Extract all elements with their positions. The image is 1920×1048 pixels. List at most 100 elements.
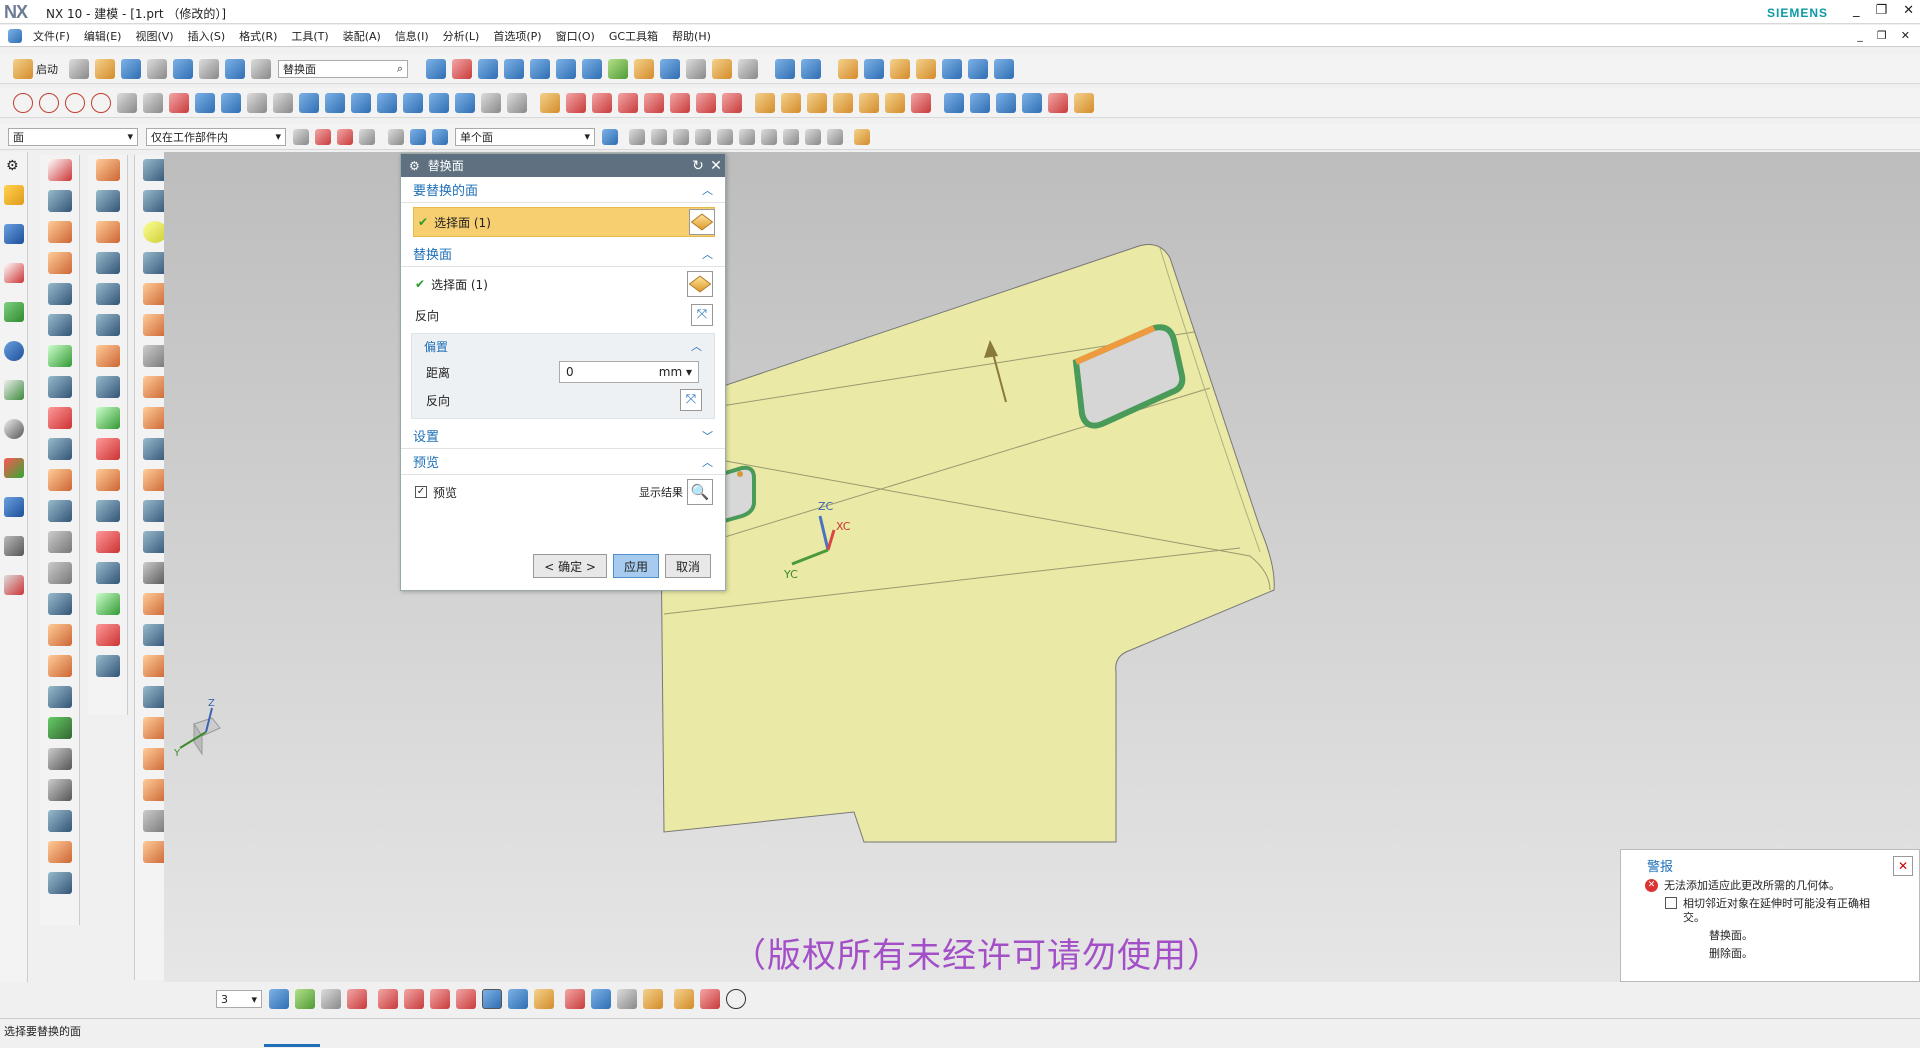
edge-symmetry-icon[interactable]	[96, 655, 120, 677]
wcs-icon[interactable]	[916, 58, 936, 79]
display-mode-icon[interactable]	[686, 58, 706, 79]
tube-icon[interactable]	[48, 655, 72, 677]
copy-icon[interactable]	[251, 58, 271, 79]
spline-icon[interactable]	[195, 92, 215, 113]
snip-surface-icon[interactable]	[96, 531, 120, 553]
line-icon[interactable]	[39, 92, 59, 113]
alert-expand-checkbox[interactable]	[1665, 897, 1677, 909]
snap-quadrant-icon[interactable]	[739, 128, 755, 145]
process-studio-icon[interactable]	[4, 497, 24, 517]
menu-info[interactable]: 信息(I)	[388, 28, 436, 44]
intersection-curve-icon[interactable]	[325, 92, 345, 113]
open-folder-icon[interactable]	[95, 58, 115, 79]
clock-icon[interactable]	[4, 419, 24, 439]
through-curves-icon[interactable]	[48, 221, 72, 243]
bridge-curve-icon[interactable]	[403, 92, 423, 113]
section-offset[interactable]: 偏置 ︿	[412, 334, 714, 358]
analysis-angle-icon[interactable]	[591, 989, 611, 1009]
swoop-icon[interactable]	[96, 407, 120, 429]
chevron-up-icon[interactable]: ︿	[702, 182, 713, 198]
settings-gear-icon[interactable]: ⚙	[6, 158, 21, 174]
menu-window[interactable]: 窗口(O)	[549, 28, 602, 44]
n-sided-surface-icon[interactable]	[48, 283, 72, 305]
section-preview[interactable]: 预览 ︿	[401, 449, 725, 475]
offset-curve-icon[interactable]	[273, 92, 293, 113]
surface-analysis-icon[interactable]	[968, 58, 988, 79]
arrow-right-icon[interactable]	[602, 128, 618, 145]
transition-icon[interactable]	[96, 376, 120, 398]
feature-filter-icon[interactable]	[315, 128, 331, 145]
law-extension-icon[interactable]	[48, 500, 72, 522]
pocket-icon[interactable]	[859, 92, 879, 113]
chevron-up-icon[interactable]: ︿	[702, 454, 713, 470]
chevron-up-icon[interactable]: ︿	[691, 338, 702, 354]
restore-button[interactable]: ❐	[1875, 3, 1887, 18]
four-point-surface-icon[interactable]	[96, 283, 120, 305]
close-icon[interactable]: ✕	[707, 158, 725, 174]
menu-view[interactable]: 视图(V)	[128, 28, 180, 44]
orient-view-icon[interactable]	[775, 58, 795, 79]
fill-surface-icon[interactable]	[48, 314, 72, 336]
layer-select[interactable]: 3 ▾	[216, 990, 262, 1008]
matching-edge-icon[interactable]	[96, 624, 120, 646]
view-direction-icon[interactable]	[801, 58, 821, 79]
alert-close-button[interactable]: ✕	[1893, 856, 1913, 876]
extract-curve-icon[interactable]	[377, 92, 397, 113]
reuse-library-icon[interactable]	[4, 302, 24, 322]
snap-intersection-icon[interactable]	[695, 128, 711, 145]
undo-icon[interactable]	[173, 58, 193, 79]
flange-surface-icon[interactable]	[96, 469, 120, 491]
replacement-face-selector[interactable]: ✔ 选择面 (1)	[401, 267, 725, 301]
hole-icon[interactable]	[807, 92, 827, 113]
doc-minimize-button[interactable]: _	[1857, 29, 1863, 42]
law-curve-icon[interactable]	[169, 92, 189, 113]
move-object-icon[interactable]	[864, 58, 884, 79]
trim-body-icon[interactable]	[1048, 92, 1068, 113]
face-select-button[interactable]	[689, 209, 715, 235]
measure-angle-icon[interactable]	[700, 989, 720, 1009]
x-form-icon[interactable]	[722, 92, 742, 113]
section-replacement-face[interactable]: 替换面 ︿	[401, 241, 725, 267]
subtract-body-icon[interactable]	[48, 748, 72, 770]
cancel-button[interactable]: 取消	[664, 554, 711, 578]
draft-icon[interactable]	[1022, 92, 1042, 113]
part-navigator-icon[interactable]	[4, 185, 24, 205]
ruled-icon[interactable]	[48, 345, 72, 367]
section-view-icon[interactable]	[942, 58, 962, 79]
helix-icon[interactable]	[143, 92, 163, 113]
edit-curve-icon[interactable]	[670, 92, 690, 113]
section-settings[interactable]: 设置 ﹀	[401, 423, 725, 449]
join-curve-icon[interactable]	[429, 92, 449, 113]
reset-filter-icon[interactable]	[359, 128, 375, 145]
color-palette-icon[interactable]	[634, 58, 654, 79]
reset-icon[interactable]: ↻	[689, 158, 707, 174]
gear-icon[interactable]: ⚙	[409, 159, 420, 173]
edit-object-display-icon[interactable]	[712, 58, 732, 79]
styled-corner-icon[interactable]	[96, 252, 120, 274]
layer-settings-icon[interactable]	[838, 58, 858, 79]
wireframe-icon[interactable]	[530, 58, 550, 79]
apply-button[interactable]: 应用	[612, 554, 659, 578]
trim-sheet-icon[interactable]	[48, 438, 72, 460]
save-icon[interactable]	[121, 58, 141, 79]
select-face-icon[interactable]	[432, 128, 448, 145]
minimize-button[interactable]: _	[1853, 3, 1860, 18]
menu-gc-toolbox[interactable]: GC工具箱	[602, 28, 665, 44]
split-body-icon[interactable]	[48, 810, 72, 832]
hidden-edge-icon[interactable]	[556, 58, 576, 79]
doc-close-button[interactable]: ✕	[1901, 29, 1910, 42]
thicken-icon[interactable]	[48, 562, 72, 584]
point-set-icon[interactable]	[507, 92, 527, 113]
chevron-down-icon[interactable]: ﹀	[702, 428, 713, 444]
smooth-spline-icon[interactable]	[696, 92, 716, 113]
snap-on-face-icon[interactable]	[805, 128, 821, 145]
layer-visible-icon[interactable]	[295, 989, 315, 1009]
web-browser-icon[interactable]	[4, 341, 24, 361]
layer-settings-view-icon[interactable]	[269, 989, 289, 1009]
face-select-button[interactable]	[687, 271, 713, 297]
shell-icon[interactable]	[996, 92, 1016, 113]
rectangle-icon[interactable]	[117, 92, 137, 113]
measure-distance-icon[interactable]	[674, 989, 694, 1009]
snap-filter-icon[interactable]	[337, 128, 353, 145]
emboss-icon[interactable]	[48, 624, 72, 646]
